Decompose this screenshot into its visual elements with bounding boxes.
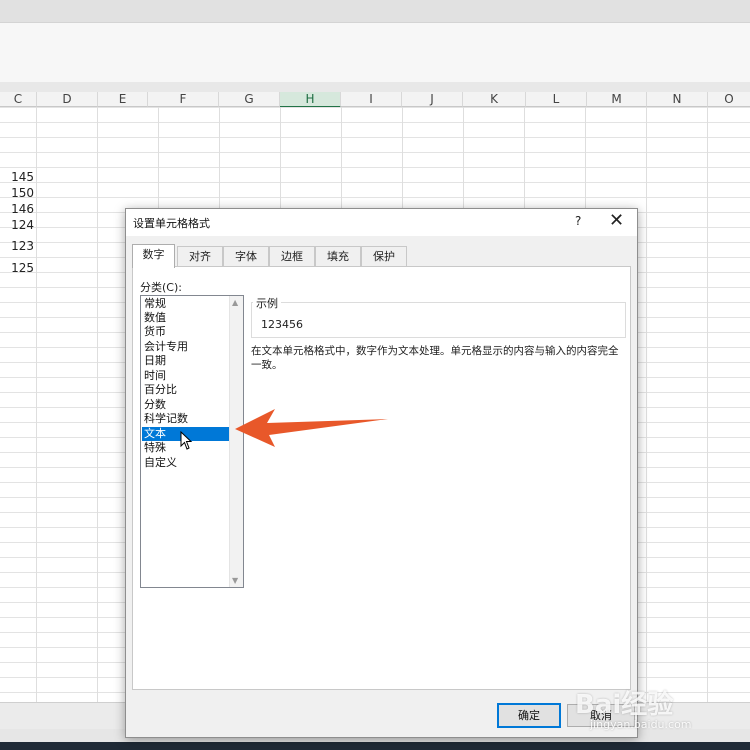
- sample-box: [251, 302, 626, 338]
- format-description: 在文本单元格格式中，数字作为文本处理。单元格显示的内容与输入的内容完全一致。: [251, 345, 619, 371]
- watermark-url: jingyan.baidu.com: [590, 718, 692, 731]
- tab-protection[interactable]: 保护: [361, 246, 407, 267]
- annotation-arrow-icon: [235, 409, 388, 447]
- cell-c-value[interactable]: 145: [0, 170, 34, 184]
- cell-c-value[interactable]: 146: [0, 202, 34, 216]
- ok-button[interactable]: 确定: [497, 703, 561, 728]
- list-item[interactable]: 货币: [142, 325, 230, 339]
- dialog-title: 设置单元格格式: [133, 217, 210, 230]
- column-header-o[interactable]: O: [708, 92, 750, 107]
- column-header-c[interactable]: C: [0, 92, 37, 107]
- column-header-f[interactable]: F: [148, 92, 219, 107]
- column-header-g[interactable]: G: [219, 92, 280, 107]
- scroll-up-icon[interactable]: ▲: [232, 298, 238, 307]
- list-item[interactable]: 常规: [142, 297, 230, 311]
- column-header-i[interactable]: I: [341, 92, 402, 107]
- list-item[interactable]: 数值: [142, 311, 230, 325]
- tab-alignment[interactable]: 对齐: [177, 246, 223, 267]
- cell-c-value[interactable]: 150: [0, 186, 34, 200]
- tab-font[interactable]: 字体: [223, 246, 269, 267]
- column-header-j[interactable]: J: [402, 92, 463, 107]
- column-header-d[interactable]: D: [37, 92, 98, 107]
- watermark-logo: Bai经验: [575, 690, 674, 720]
- taskbar: [0, 742, 750, 750]
- scroll-down-icon[interactable]: ▼: [232, 576, 238, 585]
- sample-label: 示例: [253, 295, 281, 311]
- category-label: 分类(C):: [140, 281, 182, 294]
- list-item[interactable]: 科学记数: [142, 412, 230, 426]
- column-header-n[interactable]: N: [647, 92, 708, 107]
- column-header-m[interactable]: M: [587, 92, 647, 107]
- sample-value: 123456: [261, 318, 303, 331]
- column-header-l[interactable]: L: [526, 92, 587, 107]
- cell-c-value[interactable]: 124: [0, 218, 34, 232]
- number-tab-panel: 分类(C): 常规 数值 货币 会计专用 日期 时间 百分比 分数 科学记数 文…: [132, 266, 631, 690]
- cell-c-value[interactable]: 123: [0, 239, 34, 253]
- column-header-e[interactable]: E: [98, 92, 148, 107]
- close-button[interactable]: ✕: [609, 211, 624, 231]
- list-item[interactable]: 时间: [142, 369, 230, 383]
- list-item[interactable]: 日期: [142, 354, 230, 368]
- tab-number[interactable]: 数字: [132, 244, 175, 268]
- help-button[interactable]: ?: [575, 214, 581, 228]
- formula-bar: [0, 82, 750, 92]
- list-item[interactable]: 自定义: [142, 456, 230, 470]
- mouse-cursor-icon: [180, 431, 193, 450]
- dialog-titlebar: 设置单元格格式 ? ✕: [126, 209, 637, 236]
- tab-fill[interactable]: 填充: [315, 246, 361, 267]
- column-header-h[interactable]: H: [280, 92, 341, 108]
- format-cells-dialog: 设置单元格格式 ? ✕ 数字 对齐 字体 边框 填充 保护 分类(C): 常规 …: [125, 208, 638, 738]
- cell-c-value[interactable]: 125: [0, 261, 34, 275]
- ribbon-area: [0, 23, 750, 82]
- title-strip: [0, 0, 750, 23]
- list-item[interactable]: 百分比: [142, 383, 230, 397]
- column-header-k[interactable]: K: [463, 92, 526, 107]
- tab-border[interactable]: 边框: [269, 246, 315, 267]
- list-item[interactable]: 会计专用: [142, 340, 230, 354]
- list-item[interactable]: 分数: [142, 398, 230, 412]
